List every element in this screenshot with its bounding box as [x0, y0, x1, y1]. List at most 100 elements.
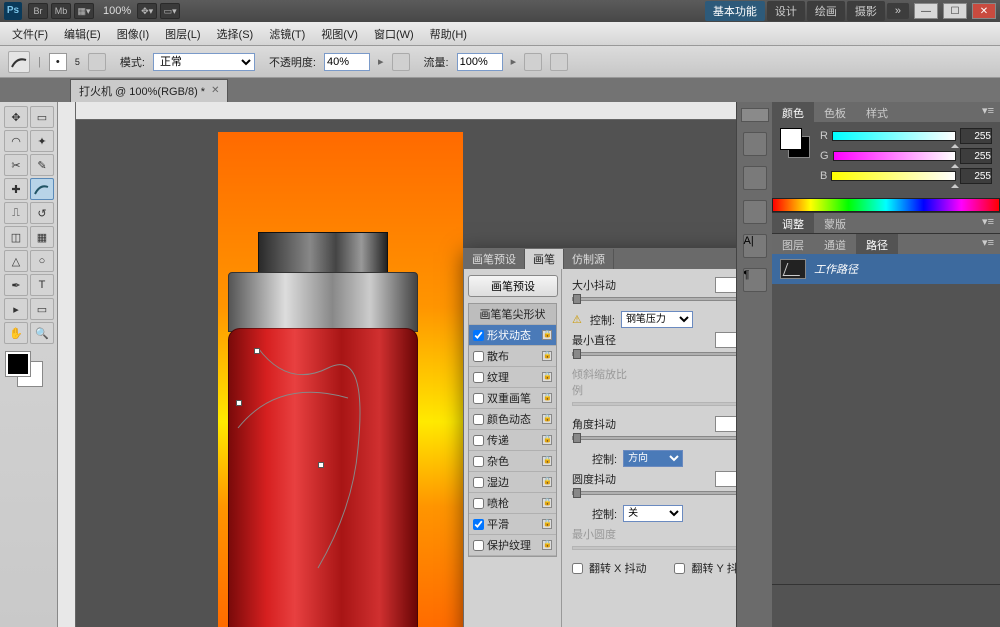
tab-brush-presets[interactable]: 画笔预设: [464, 249, 525, 269]
panel-menu-icon[interactable]: ▾≡: [976, 102, 1000, 122]
shape-tool[interactable]: ▭: [30, 298, 54, 320]
dock-swatches-icon[interactable]: [743, 166, 767, 190]
foreground-color[interactable]: [6, 352, 30, 376]
zoom-tool[interactable]: 🔍: [30, 322, 54, 344]
lock-icon[interactable]: 🔒: [542, 330, 552, 340]
opt-texture[interactable]: 纹理🔒: [469, 367, 556, 388]
size-jitter-slider[interactable]: [572, 297, 736, 301]
g-slider[interactable]: [833, 151, 956, 161]
tab-clone-source[interactable]: 仿制源: [564, 249, 614, 269]
lock-icon[interactable]: 🔒: [542, 540, 552, 550]
viewmode-icon[interactable]: ▦▾: [74, 3, 94, 19]
stamp-tool[interactable]: ⎍: [4, 202, 28, 224]
airbrush-icon[interactable]: [524, 53, 542, 71]
paths-empty-area[interactable]: [772, 284, 1000, 584]
crop-tool[interactable]: ✂: [4, 154, 28, 176]
history-brush-tool[interactable]: ↺: [30, 202, 54, 224]
lock-icon[interactable]: 🔒: [542, 456, 552, 466]
opt-tip-shape[interactable]: 画笔笔尖形状: [469, 304, 556, 325]
canvas-area[interactable]: 画笔预设 画笔 仿制源 ▸▸ ▾≡ 画笔预设 画笔笔尖形状 形状动态🔒 散布🔒 …: [58, 102, 736, 627]
menu-window[interactable]: 窗口(W): [368, 23, 420, 45]
marquee-tool[interactable]: ▭: [30, 106, 54, 128]
min-diam-slider[interactable]: [572, 352, 736, 356]
menu-edit[interactable]: 编辑(E): [58, 23, 107, 45]
lock-icon[interactable]: 🔒: [542, 519, 552, 529]
tab-swatches[interactable]: 色板: [814, 102, 856, 122]
control1-select[interactable]: 钢笔压力: [621, 311, 693, 328]
close-tab-icon[interactable]: ✕: [211, 85, 219, 96]
ruler-horizontal[interactable]: [76, 102, 736, 120]
hand-icon[interactable]: ✥▾: [137, 3, 157, 19]
zoom-display[interactable]: 100%: [103, 5, 131, 17]
document-tab[interactable]: 打火机 @ 100%(RGB/8) * ✕: [70, 79, 228, 102]
wand-tool[interactable]: ✦: [30, 130, 54, 152]
tab-adjustments[interactable]: 调整: [772, 213, 814, 233]
round-jitter-input[interactable]: [715, 471, 736, 487]
brush-panel-toggle-icon[interactable]: [88, 53, 106, 71]
opacity-input[interactable]: [324, 53, 370, 71]
path-item-work[interactable]: 工作路径: [772, 254, 1000, 284]
minibridge-icon[interactable]: Mb: [51, 3, 71, 19]
brush-preview[interactable]: •: [49, 53, 67, 71]
lock-icon[interactable]: 🔒: [542, 498, 552, 508]
menu-view[interactable]: 视图(V): [315, 23, 364, 45]
opt-noise[interactable]: 杂色🔒: [469, 451, 556, 472]
mode-select[interactable]: 正常: [153, 53, 255, 71]
path-select-tool[interactable]: ▸: [4, 298, 28, 320]
tab-paths[interactable]: 路径: [856, 234, 898, 254]
lock-icon[interactable]: 🔒: [542, 372, 552, 382]
workspace-tab-design[interactable]: 设计: [767, 1, 805, 21]
angle-jitter-input[interactable]: [715, 416, 736, 432]
menu-layer[interactable]: 图层(L): [159, 23, 206, 45]
path-node[interactable]: [318, 462, 324, 468]
dodge-tool[interactable]: ○: [30, 250, 54, 272]
opt-dual-brush[interactable]: 双重画笔🔒: [469, 388, 556, 409]
heal-tool[interactable]: ✚: [4, 178, 28, 200]
arrange-icon[interactable]: ▭▾: [160, 3, 180, 19]
size-jitter-input[interactable]: [715, 277, 736, 293]
workspace-tab-basic[interactable]: 基本功能: [705, 1, 765, 21]
close-button[interactable]: ✕: [972, 3, 996, 19]
opt-airbrush[interactable]: 喷枪🔒: [469, 493, 556, 514]
menu-help[interactable]: 帮助(H): [424, 23, 473, 45]
menu-file[interactable]: 文件(F): [6, 23, 54, 45]
tab-color[interactable]: 颜色: [772, 102, 814, 122]
workspace-more[interactable]: »: [887, 3, 909, 19]
blur-tool[interactable]: △: [4, 250, 28, 272]
tab-styles[interactable]: 样式: [856, 102, 898, 122]
bridge-icon[interactable]: Br: [28, 3, 48, 19]
tab-channels[interactable]: 通道: [814, 234, 856, 254]
opt-wet-edges[interactable]: 湿边🔒: [469, 472, 556, 493]
opt-shape-dynamics[interactable]: 形状动态🔒: [469, 325, 556, 346]
brush-presets-button[interactable]: 画笔预设: [468, 275, 558, 297]
lock-icon[interactable]: 🔒: [542, 393, 552, 403]
workspace-tab-paint[interactable]: 绘画: [807, 1, 845, 21]
hand-tool[interactable]: ✋: [4, 322, 28, 344]
flow-input[interactable]: [457, 53, 503, 71]
lock-icon[interactable]: 🔒: [542, 435, 552, 445]
canvas[interactable]: [218, 132, 463, 627]
tab-brush[interactable]: 画笔: [525, 249, 564, 269]
pen-tool[interactable]: ✒: [4, 274, 28, 296]
b-input[interactable]: [960, 168, 992, 184]
opt-color-dynamics[interactable]: 颜色动态🔒: [469, 409, 556, 430]
dock-brushes-icon[interactable]: [743, 200, 767, 224]
g-input[interactable]: [960, 148, 992, 164]
tab-layers[interactable]: 图层: [772, 234, 814, 254]
menu-filter[interactable]: 滤镜(T): [263, 23, 311, 45]
lock-icon[interactable]: 🔒: [542, 414, 552, 424]
minimize-button[interactable]: —: [914, 3, 938, 19]
dock-navigator-icon[interactable]: [743, 132, 767, 156]
angle-jitter-slider[interactable]: [572, 436, 736, 440]
workspace-tab-photo[interactable]: 摄影: [847, 1, 885, 21]
panel-menu-icon[interactable]: ▾≡: [976, 234, 1000, 254]
panel-menu-icon[interactable]: ▾≡: [976, 213, 1000, 233]
gradient-tool[interactable]: ▦: [30, 226, 54, 248]
opt-transfer[interactable]: 传递🔒: [469, 430, 556, 451]
color-swatch-pair[interactable]: [780, 128, 812, 160]
control2-select[interactable]: 方向: [623, 450, 683, 467]
type-tool[interactable]: T: [30, 274, 54, 296]
opacity-pressure-icon[interactable]: [392, 53, 410, 71]
dock-character-icon[interactable]: A|: [743, 234, 767, 258]
opt-smoothing[interactable]: 平滑🔒: [469, 514, 556, 535]
